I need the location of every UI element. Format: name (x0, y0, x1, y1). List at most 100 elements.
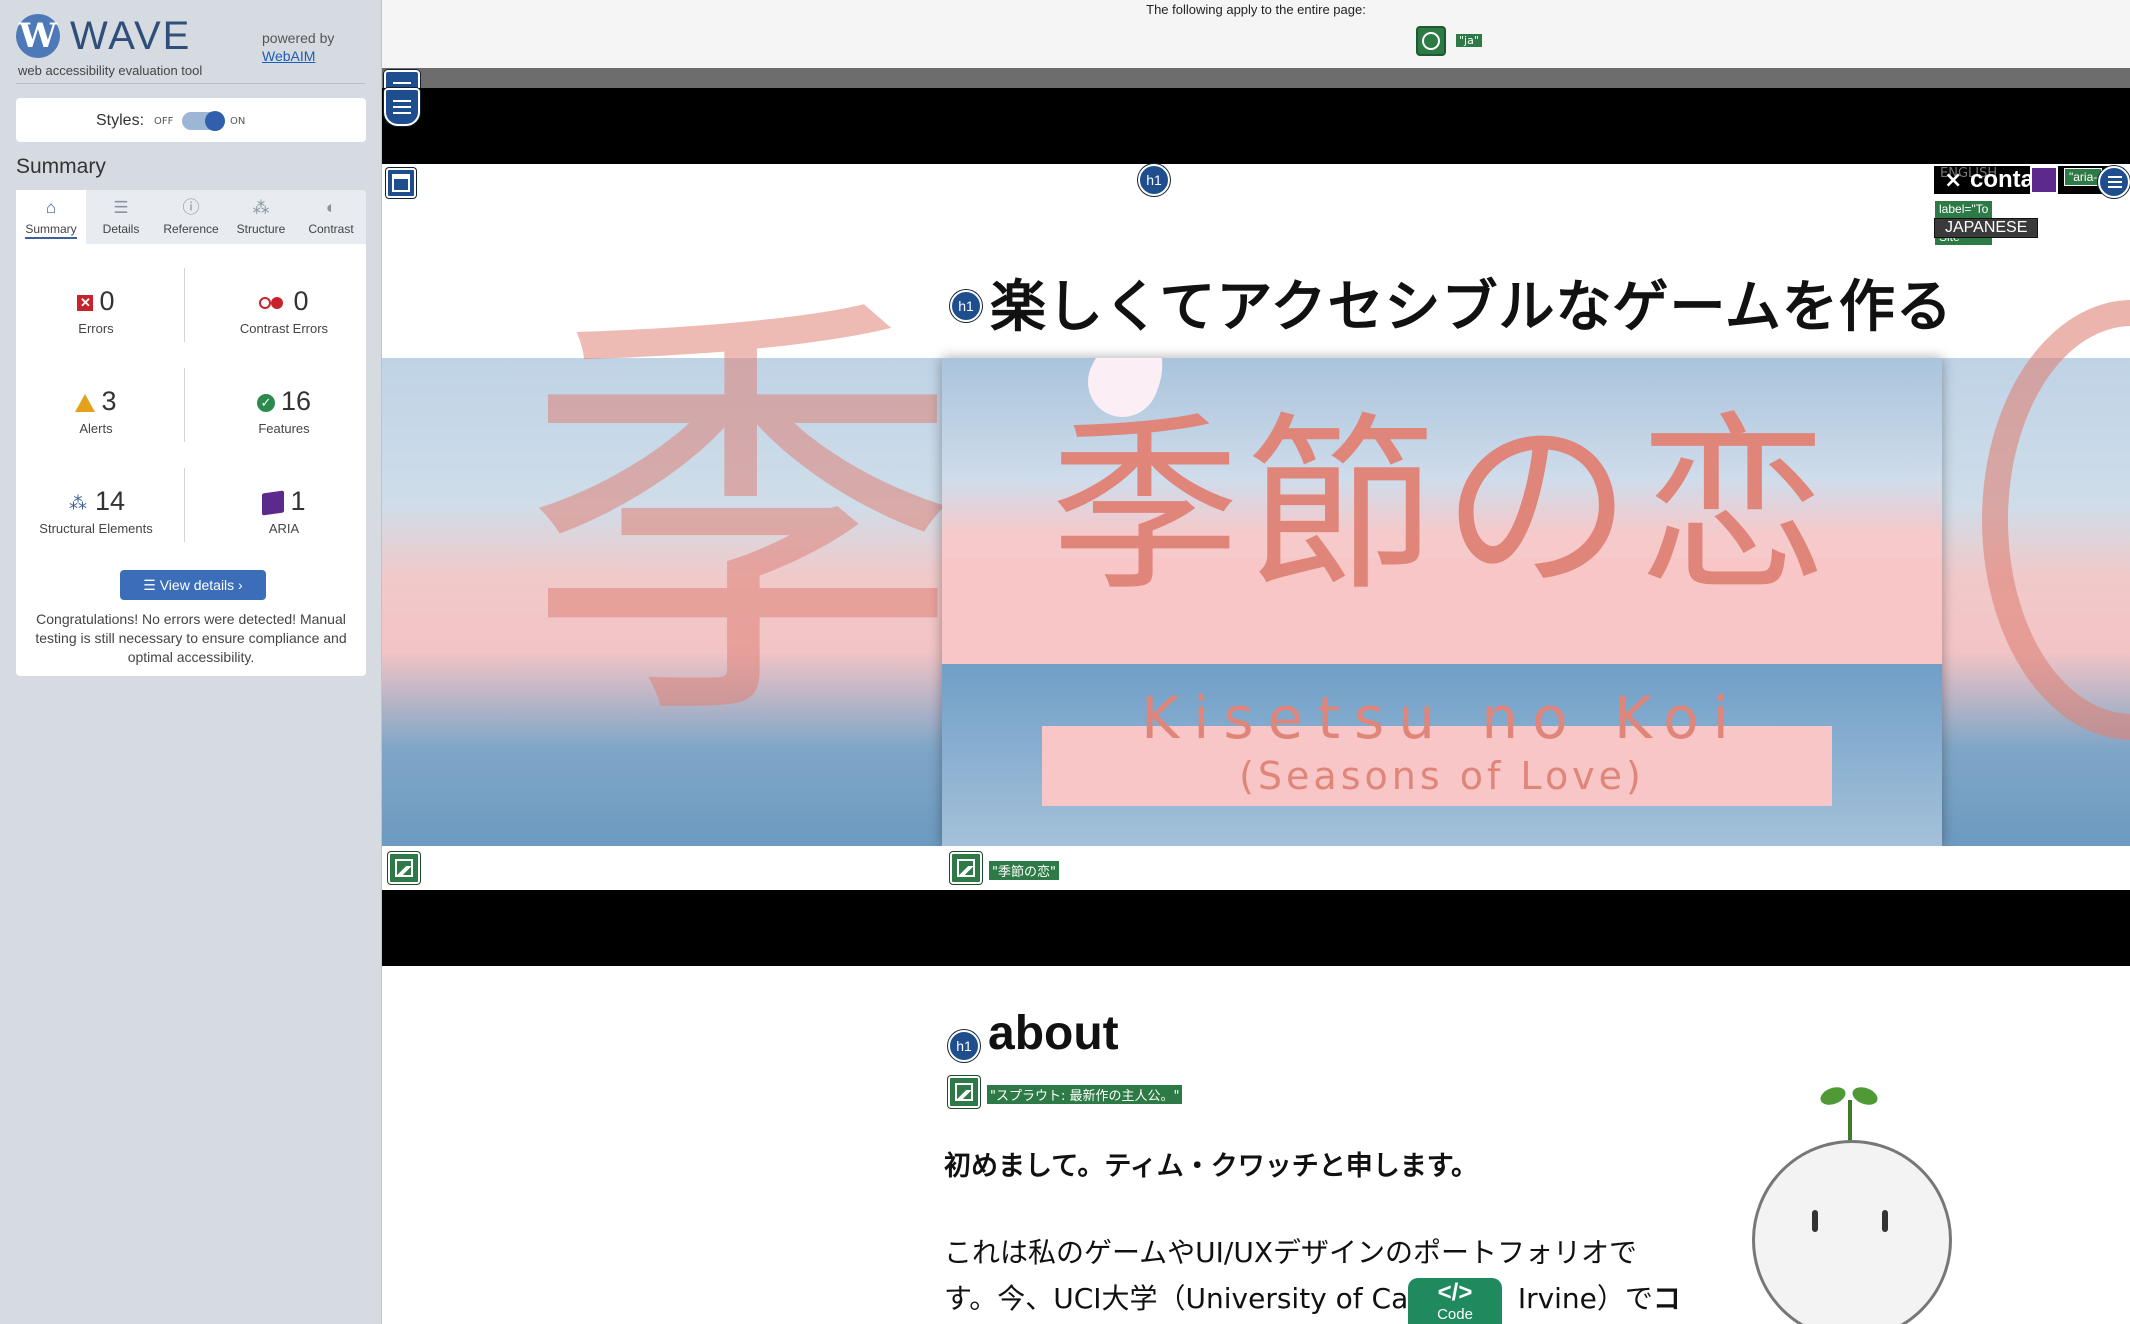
list-icon[interactable] (2098, 166, 2130, 198)
tab-structure[interactable]: ⁂ Structure (226, 190, 296, 244)
toggle-knob (205, 111, 225, 131)
banner-image: 季節の恋 Kisetsu no Koi (Seasons of Love) (942, 358, 1942, 846)
language-globe-icon[interactable] (1416, 26, 1446, 56)
alerts-count: 3 (101, 386, 117, 416)
contrast-errors-count: 0 (293, 286, 309, 316)
image-icon[interactable] (388, 852, 420, 884)
paragraph-line: す。今、UCI大学（University of CaliIrvine）でコン (944, 1276, 1704, 1324)
panel-tabs: ⌂ Summary ☰ Details ⓘ Reference ⁂ Struct… (16, 190, 366, 244)
sprout-character-image (1712, 1080, 1992, 1324)
tab-details-label: Details (102, 222, 140, 236)
about-title: about (988, 1007, 1119, 1060)
contrast-icon: ◐ (325, 198, 337, 217)
banner-english: (Seasons of Love) (1239, 754, 1645, 798)
features-count: 16 (280, 386, 312, 416)
code-label: Code (1437, 1306, 1473, 1323)
divider (184, 468, 185, 542)
tab-reference[interactable]: ⓘ Reference (156, 190, 226, 244)
styles-toggle[interactable] (182, 111, 225, 131)
features-label: Features (258, 421, 310, 436)
close-icon[interactable]: × (1944, 168, 1962, 193)
sprout-alt-chip: "スプラウト: 最新作の主人公。" (986, 1084, 1184, 1105)
sprout-leaf (1818, 1084, 1848, 1108)
contrast-error-icon (259, 295, 287, 311)
aria-chip: "aria- (2064, 168, 2103, 186)
wave-subtitle: web accessibility evaluation tool (18, 63, 203, 78)
tab-details[interactable]: ☰ Details (86, 190, 156, 244)
image-icon[interactable] (950, 852, 982, 884)
structure-icon: ⁂ (252, 198, 270, 217)
styles-on-label: ON (230, 116, 246, 127)
view-details-button[interactable]: ☰ View details › (120, 570, 266, 600)
structure-icon: ⁂ (68, 492, 87, 513)
section-divider-bar (382, 890, 2130, 966)
divider (184, 268, 185, 342)
image-annotation-row: "季節の恋" (382, 846, 2130, 890)
japanese-language-label[interactable]: JAPANESE (1934, 218, 2039, 238)
divider (184, 368, 185, 442)
aria-label: ARIA (268, 521, 300, 536)
sprout-eye (1882, 1210, 1888, 1232)
stat-structural[interactable]: ⁂ 14 Structural Elements (16, 486, 176, 536)
hero-title: 楽しくてアクセシブルなゲームを作る (990, 275, 1953, 340)
stat-errors[interactable]: ✕ 0 Errors (16, 286, 176, 336)
code-toggle-button[interactable]: </> Code (1408, 1278, 1502, 1324)
congrats-message: Congratulations! No errors were detected… (35, 611, 347, 665)
divider (16, 83, 365, 84)
h1-icon[interactable]: h1 (1138, 164, 1170, 196)
styles-label: Styles: (96, 112, 145, 129)
stat-alerts[interactable]: 3 Alerts (16, 386, 176, 436)
h1-icon[interactable]: h1 (948, 1030, 980, 1062)
view-details-label: View details › (159, 577, 243, 593)
evaluated-page: The following apply to the entire page: … (382, 0, 2130, 1324)
alerts-label: Alerts (79, 421, 113, 436)
errors-count: 0 (99, 286, 115, 316)
styles-toggle-box: Styles: OFF ON (16, 98, 366, 142)
structural-count: 14 (94, 486, 126, 516)
document-notice: The following apply to the entire page: (1146, 2, 1366, 17)
banner-alt-chip: "季節の恋" (988, 860, 1060, 881)
intro-text: 初めまして。ティム・クワッチと申します。 (944, 1151, 1479, 1182)
wave-title: WAVE (70, 14, 192, 58)
powered-by-label: powered by (262, 30, 335, 46)
aria-icon[interactable] (2030, 166, 2058, 194)
info-icon: ⓘ (182, 198, 200, 217)
image-icon[interactable] (948, 1076, 980, 1108)
aria-icon (262, 490, 285, 516)
stat-contrast-errors[interactable]: 0 Contrast Errors (204, 286, 364, 336)
webaim-link[interactable]: WebAIM (262, 48, 315, 64)
stat-aria[interactable]: 1 ARIA (204, 486, 364, 536)
errors-label: Errors (78, 321, 114, 336)
tab-contrast-label: Contrast (308, 222, 354, 236)
document-notice-bar: The following apply to the entire page: … (382, 0, 2130, 68)
styles-off-label: OFF (154, 116, 174, 127)
banner-romaji: Kisetsu no Koi (1141, 684, 1743, 752)
contrast-errors-label: Contrast Errors (239, 321, 329, 336)
error-icon: ✕ (77, 294, 94, 311)
list-icon: ☰ (143, 577, 160, 593)
stat-features[interactable]: ✓ 16 Features (204, 386, 364, 436)
header-strip (382, 68, 2130, 88)
navigation-region-icon[interactable] (384, 88, 420, 126)
paragraph-text: す。今、UCI大学（University of Cali (944, 1282, 1424, 1315)
about-paragraph: これは私のゲームやUI/UXデザインのポートフォリオで す。今、UCI大学（Un… (944, 1230, 1704, 1324)
wave-logo-icon: W (16, 14, 60, 58)
sprout-eye (1812, 1210, 1818, 1232)
tab-contrast[interactable]: ◐ Contrast (296, 190, 366, 244)
main-region-icon[interactable] (386, 168, 416, 198)
feature-check-icon: ✓ (256, 393, 275, 412)
banner-bg-kanji: 季 (522, 264, 962, 776)
summary-panel: ⌂ Summary ☰ Details ⓘ Reference ⁂ Struct… (16, 190, 366, 676)
structural-label: Structural Elements (39, 521, 153, 536)
tab-structure-label: Structure (236, 222, 286, 236)
list-icon: ☰ (113, 198, 129, 217)
language-chip: "ja" (1456, 34, 1482, 47)
paragraph-line: これは私のゲームやUI/UXデザインのポートフォリオで (944, 1236, 1638, 1269)
wave-sidebar: W WAVE web accessibility evaluation tool… (0, 0, 382, 1324)
tab-summary-label: Summary (25, 222, 77, 239)
alert-icon (75, 393, 96, 412)
tab-summary[interactable]: ⌂ Summary (16, 190, 86, 244)
code-icon: </> (1437, 1279, 1473, 1306)
sprout-stem (1848, 1100, 1852, 1144)
paragraph-text: Irvine）で (1517, 1282, 1653, 1315)
